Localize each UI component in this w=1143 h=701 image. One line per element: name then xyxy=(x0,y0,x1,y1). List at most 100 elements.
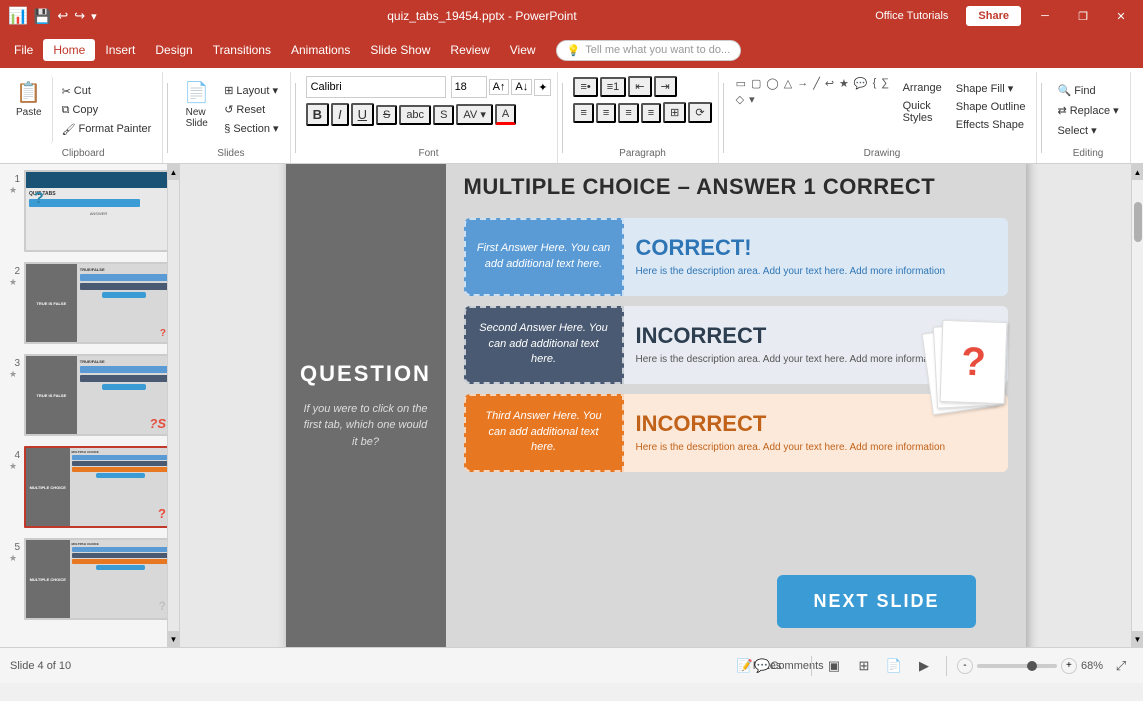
font-name-input[interactable] xyxy=(306,76,446,98)
align-justify-btn[interactable]: ≡ xyxy=(641,103,661,123)
reset-btn[interactable]: ↺ Reset xyxy=(219,101,283,118)
callout-shape[interactable]: 💬 xyxy=(852,76,870,91)
slide-thumb-1[interactable]: 1 ★ QUIZ TABS ANSWER ? xyxy=(4,168,175,254)
diamond-shape[interactable]: ◇ xyxy=(734,92,746,107)
slide-thumb-5[interactable]: 5 ★ MULTIPLE CHOICE MULTIPLE CHOICE xyxy=(4,536,175,622)
slide-canvas[interactable]: QUESTION If you were to click on the fir… xyxy=(286,164,1026,647)
equation-shape[interactable]: ∑ xyxy=(879,76,891,91)
shape-outline-btn[interactable]: Shape Outline xyxy=(951,99,1031,115)
zoom-out-btn[interactable]: - xyxy=(957,658,973,674)
redo-btn[interactable]: ↪ xyxy=(74,8,85,24)
zoom-in-btn[interactable]: + xyxy=(1061,658,1077,674)
text-dir-btn[interactable]: ⟳ xyxy=(688,102,711,123)
star-shape[interactable]: ★ xyxy=(837,76,851,91)
zoom-slider-thumb[interactable] xyxy=(1027,661,1037,671)
normal-view-btn[interactable]: ▣ xyxy=(822,654,846,678)
thumb-img-4[interactable]: MULTIPLE CHOICE MULTIPLE CHOICE ? xyxy=(24,446,173,528)
menu-slideshow[interactable]: Slide Show xyxy=(360,39,440,61)
rounded-rect-shape[interactable]: ▢ xyxy=(749,76,763,91)
triangle-shape[interactable]: △ xyxy=(782,76,794,91)
find-btn[interactable]: 🔍 Find xyxy=(1052,82,1123,99)
cut-btn[interactable]: ✂ Cut xyxy=(57,83,157,100)
bracket-shape[interactable]: { xyxy=(871,76,879,91)
scroll-down-btn[interactable]: ▼ xyxy=(1132,631,1143,647)
fit-slide-btn[interactable]: ⤢ xyxy=(1109,654,1133,678)
shape-fill-btn[interactable]: Shape Fill ▾ xyxy=(951,80,1031,97)
slide-thumb-2[interactable]: 2 ★ TRUE IS FALSE TRUE/FALSE ? xyxy=(4,260,175,346)
close-btn[interactable]: ✕ xyxy=(1107,2,1135,30)
shadow-btn[interactable]: S xyxy=(433,105,454,125)
format-painter-btn[interactable]: 🖌 Format Painter xyxy=(57,121,157,138)
decrease-indent-btn[interactable]: ⇤ xyxy=(628,76,651,97)
menu-animations[interactable]: Animations xyxy=(281,39,360,61)
new-slide-btn[interactable]: 📄 NewSlide xyxy=(178,76,215,133)
numbered-btn[interactable]: ≡1 xyxy=(600,77,627,97)
char-spacing-btn[interactable]: AV ▾ xyxy=(456,104,492,125)
answer-row-1[interactable]: First Answer Here. You can add additiona… xyxy=(464,218,1008,296)
col-btn[interactable]: ⊞ xyxy=(663,102,686,123)
paste-btn[interactable]: 📋 Paste xyxy=(10,76,53,144)
menu-design[interactable]: Design xyxy=(145,39,202,61)
right-arrow-shape[interactable]: → xyxy=(795,76,810,91)
italic-btn[interactable]: I xyxy=(331,103,349,126)
menu-file[interactable]: File xyxy=(4,39,43,61)
menu-home[interactable]: Home xyxy=(43,39,95,61)
align-right-btn[interactable]: ≡ xyxy=(618,103,638,123)
small-caps-btn[interactable]: abc xyxy=(399,105,431,125)
line-shape[interactable]: ╱ xyxy=(811,76,822,91)
menu-insert[interactable]: Insert xyxy=(95,39,145,61)
scrollbar-thumb[interactable] xyxy=(1134,202,1142,242)
arrange-btn[interactable]: Arrange xyxy=(898,80,947,96)
copy-btn[interactable]: ⧉ Copy xyxy=(57,102,157,119)
scroll-up-btn[interactable]: ▲ xyxy=(1132,164,1143,180)
effects-shape-btn[interactable]: Effects Shape xyxy=(951,117,1031,133)
increase-indent-btn[interactable]: ⇥ xyxy=(654,76,677,97)
slide-sort-btn[interactable]: ⊞ xyxy=(852,654,876,678)
section-btn[interactable]: § Section ▾ xyxy=(219,120,283,137)
font-color-btn[interactable]: A xyxy=(495,104,516,125)
minimize-btn[interactable]: ─ xyxy=(1031,2,1059,30)
quick-styles-btn[interactable]: QuickStyles xyxy=(898,98,947,126)
layout-btn[interactable]: ⊞ Layout ▾ xyxy=(219,82,283,99)
save-btn[interactable]: 💾 xyxy=(34,8,51,25)
thumb-img-1[interactable]: QUIZ TABS ANSWER ? xyxy=(24,170,173,252)
restore-btn[interactable]: ❐ xyxy=(1069,2,1097,30)
align-center-btn[interactable]: ≡ xyxy=(596,103,616,123)
align-left-btn[interactable]: ≡ xyxy=(573,103,593,123)
panel-scroll-down[interactable]: ▼ xyxy=(168,631,179,647)
strikethrough-btn[interactable]: S xyxy=(376,105,397,125)
zoom-slider[interactable] xyxy=(977,664,1057,668)
underline-btn[interactable]: U xyxy=(351,103,374,126)
undo-btn[interactable]: ↩ xyxy=(57,8,68,24)
slide-thumb-4[interactable]: 4 ★ MULTIPLE CHOICE MULTIPLE CHOICE xyxy=(4,444,175,530)
paper-3: ? xyxy=(939,319,1007,403)
reading-view-btn[interactable]: 📄 xyxy=(882,654,906,678)
thumb-img-2[interactable]: TRUE IS FALSE TRUE/FALSE ? xyxy=(24,262,173,344)
bold-btn[interactable]: B xyxy=(306,103,329,126)
thumb-img-3[interactable]: TRUE IS FALSE TRUE/FALSE ?S xyxy=(24,354,173,436)
more-shapes[interactable]: ▾ xyxy=(747,92,757,107)
replace-btn[interactable]: ⇄ Replace ▾ xyxy=(1052,102,1123,119)
menu-review[interactable]: Review xyxy=(440,39,499,61)
menu-transitions[interactable]: Transitions xyxy=(203,39,281,61)
select-btn[interactable]: Select ▾ xyxy=(1052,122,1123,139)
thumb-img-5[interactable]: MULTIPLE CHOICE MULTIPLE CHOICE ? xyxy=(24,538,173,620)
share-btn[interactable]: Share xyxy=(966,6,1021,26)
office-tutorials-btn[interactable]: Office Tutorials xyxy=(867,6,956,26)
presentation-btn[interactable]: ▶ xyxy=(912,654,936,678)
panel-scroll-up[interactable]: ▲ xyxy=(168,164,179,180)
menu-view[interactable]: View xyxy=(500,39,546,61)
decrease-font-btn[interactable]: A↓ xyxy=(511,79,532,95)
slide-thumb-3[interactable]: 3 ★ TRUE IS FALSE TRUE/FALSE ?S xyxy=(4,352,175,438)
increase-font-btn[interactable]: A↑ xyxy=(489,79,510,95)
comments-btn[interactable]: 💬 Comments xyxy=(777,654,801,678)
q-mark-3: ? xyxy=(960,339,986,385)
bullets-btn[interactable]: ≡• xyxy=(573,77,597,97)
bent-arrow-shape[interactable]: ↩ xyxy=(823,76,836,91)
tell-me-box[interactable]: 💡 Tell me what you want to do... xyxy=(556,40,742,61)
clear-format-btn[interactable]: ✦ xyxy=(534,79,551,96)
oval-shape[interactable]: ◯ xyxy=(764,76,780,91)
font-size-input[interactable] xyxy=(451,76,487,98)
next-slide-btn[interactable]: NEXT SLIDE xyxy=(777,575,975,628)
rect-shape[interactable]: ▭ xyxy=(734,76,748,91)
